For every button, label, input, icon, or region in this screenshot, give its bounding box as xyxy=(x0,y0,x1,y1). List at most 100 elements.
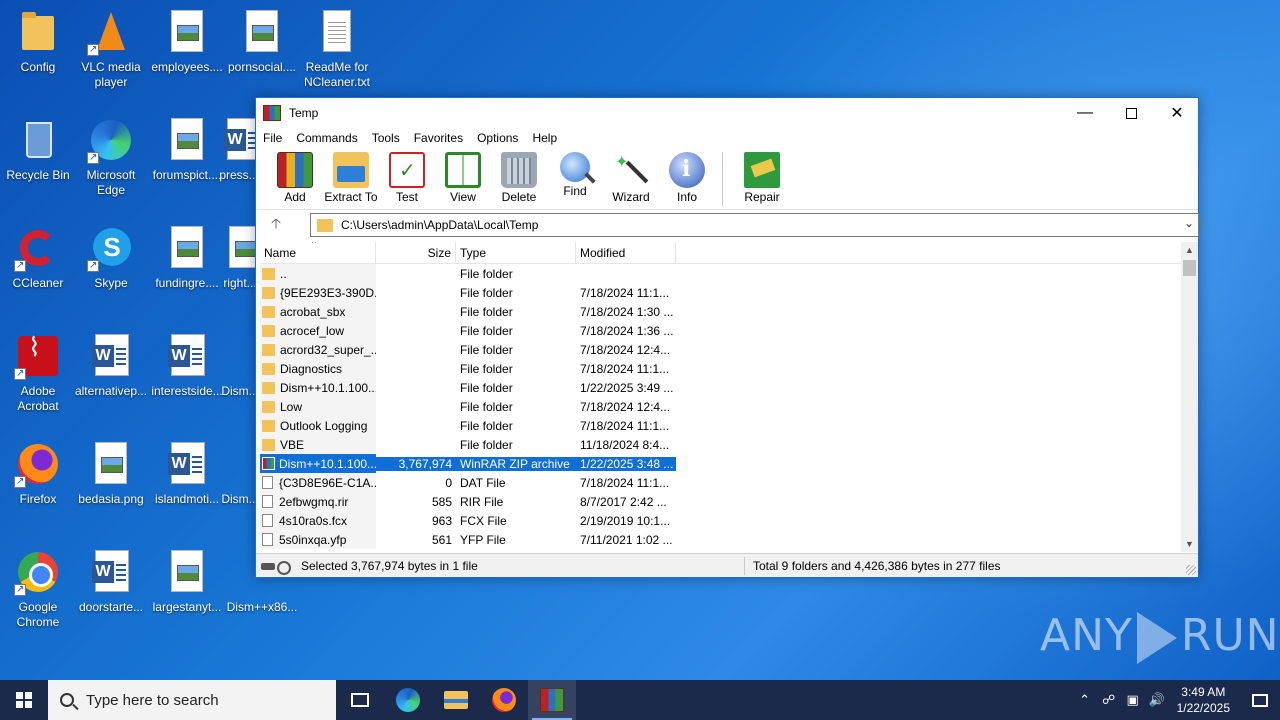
view-button[interactable]: View xyxy=(434,148,492,204)
file-row[interactable]: 4s10ra0s.fcx 963 FCX File 2/19/2019 10:1... xyxy=(260,511,1184,530)
column-type[interactable]: Type xyxy=(456,242,576,263)
volume-icon[interactable]: 🔊 xyxy=(1145,692,1169,708)
desktop-icon-firefox[interactable]: Firefox xyxy=(0,440,76,507)
find-button[interactable]: Find xyxy=(546,148,604,198)
desktop-icon-vlc[interactable]: VLC media player xyxy=(73,8,149,90)
image-file-icon xyxy=(221,332,259,380)
desktop-icon-label: CCleaner xyxy=(12,276,64,290)
column-name[interactable]: ^ Name xyxy=(260,242,376,263)
menu-file[interactable]: File xyxy=(256,131,289,145)
column-modified[interactable]: Modified xyxy=(576,242,676,263)
taskbar-search[interactable]: Type here to search xyxy=(48,680,336,720)
file-row[interactable]: 5s0inxqa.yfp 561 YFP File 7/11/2021 1:02 ..… xyxy=(260,530,1184,549)
file-row[interactable]: Dism++10.1.100... 3,767,974 WinRAR ZIP arc… xyxy=(260,454,1184,473)
menu-commands[interactable]: Commands xyxy=(289,131,364,145)
system-tray: ⌃ ☍ ▣ 🔊 3:49 AM 1/22/2025 xyxy=(1073,680,1280,720)
menu-help[interactable]: Help xyxy=(525,131,564,145)
notification-button[interactable] xyxy=(1240,680,1280,720)
desktop-icon-label: VLC media player xyxy=(81,60,141,89)
close-button[interactable]: ✕ xyxy=(1154,98,1200,128)
desktop-icon-alternativep[interactable]: alternativep... xyxy=(73,332,149,399)
chevron-up-icon[interactable]: ⌃ xyxy=(1073,692,1097,708)
desktop-icon-edge[interactable]: Microsoft Edge xyxy=(73,116,149,198)
image-file-icon xyxy=(163,548,211,596)
firefox-icon xyxy=(14,440,62,489)
start-button[interactable] xyxy=(0,680,48,720)
file-row[interactable]: acrobat_sbx File folder 7/18/2024 1:30 ... xyxy=(260,302,1184,321)
file-modified: 1/22/2025 3:49 ... xyxy=(580,380,674,395)
desktop-icon-recycle-bin[interactable]: Recycle Bin xyxy=(0,116,76,183)
taskbar-firefox[interactable] xyxy=(480,680,528,720)
desktop-icon-largestanyt[interactable]: largestanyt... xyxy=(149,548,225,615)
anyrun-watermark: ANY RUN xyxy=(1040,610,1280,664)
desktop-icon-fundingre[interactable]: fundingre.... xyxy=(149,224,225,291)
task-view-button[interactable] xyxy=(336,680,384,720)
taskbar-edge[interactable] xyxy=(384,680,432,720)
delete-button[interactable]: Delete xyxy=(490,148,548,204)
desktop-icon-islandmoti[interactable]: islandmoti... xyxy=(149,440,225,507)
meet-now-icon[interactable]: ☍ xyxy=(1097,692,1121,708)
menu-favorites[interactable]: Favorites xyxy=(407,131,470,145)
repair-button[interactable]: Repair xyxy=(733,148,791,204)
extract-to-button[interactable]: Extract To xyxy=(322,148,380,204)
desktop-icon-pornsocial[interactable]: pornsocial.... xyxy=(224,8,300,75)
taskbar-winrar[interactable] xyxy=(528,680,576,720)
desktop-icon-doorstarte[interactable]: doorstarte... xyxy=(73,548,149,615)
clock[interactable]: 3:49 AM 1/22/2025 xyxy=(1177,684,1230,716)
resize-grip-icon[interactable] xyxy=(1186,565,1196,575)
repair-label: Repair xyxy=(744,190,780,204)
desktop-icon-bedasia[interactable]: bedasia.png xyxy=(73,440,149,507)
menu-tools[interactable]: Tools xyxy=(365,131,407,145)
maximize-button[interactable] xyxy=(1108,98,1154,128)
desktop-icon-dism-1[interactable]: Dism... xyxy=(221,332,259,399)
file-type: File folder xyxy=(460,304,513,319)
file-row[interactable]: Diagnostics File folder 7/18/2024 11:1... xyxy=(260,359,1184,378)
file-row[interactable]: {C3D8E96E-C1A... 0 DAT File 7/18/2024 11:1.… xyxy=(260,473,1184,492)
desktop-icon-ccleaner[interactable]: CCleaner xyxy=(0,224,76,291)
desktop-icon-chrome[interactable]: Google Chrome xyxy=(0,548,76,630)
add-button[interactable]: Add xyxy=(266,148,324,204)
chevron-down-icon[interactable]: ⌄ xyxy=(1184,216,1194,230)
scroll-up-icon[interactable]: ▲ xyxy=(1181,242,1198,258)
desktop-icon-readme[interactable]: ReadMe for NCleaner.txt xyxy=(299,8,375,90)
file-type: File folder xyxy=(460,418,513,433)
test-button[interactable]: Test xyxy=(378,148,436,204)
desktop-icon-interestside[interactable]: interestside... xyxy=(149,332,225,399)
desktop-icon-acrobat[interactable]: Adobe Acrobat xyxy=(0,332,76,414)
desktop-icon-label: ReadMe for NCleaner.txt xyxy=(303,60,371,89)
network-icon[interactable]: ▣ xyxy=(1121,692,1145,708)
desktop-icon-employees[interactable]: employees.... xyxy=(149,8,225,75)
file-row[interactable]: Dism++10.1.100... File folder 1/22/2025 3:… xyxy=(260,378,1184,397)
desktop-icon-label: interestside... xyxy=(151,384,223,398)
column-size[interactable]: Size xyxy=(376,242,456,263)
desktop-icon-press[interactable]: press... xyxy=(219,116,259,183)
desktop-icon-right[interactable]: right... xyxy=(221,224,259,291)
address-field[interactable]: C:\Users\admin\AppData\Local\Temp ⌄ xyxy=(310,213,1199,237)
file-row[interactable]: VBE File folder 11/18/2024 8:4... xyxy=(260,435,1184,454)
file-row[interactable]: acrocef_low File folder 7/18/2024 1:36 ... xyxy=(260,321,1184,340)
file-row[interactable]: acrord32_super_... File folder 7/18/2024 1… xyxy=(260,340,1184,359)
desktop-icon-dism-2[interactable]: Dism... xyxy=(221,440,259,507)
title-bar[interactable]: Temp — ✕ xyxy=(256,98,1198,128)
info-button[interactable]: Info xyxy=(658,148,716,204)
clock-time: 3:49 AM xyxy=(1181,685,1226,699)
desktop-icon-config[interactable]: Config xyxy=(0,8,76,75)
up-folder-button[interactable]: 🡡 xyxy=(256,213,296,237)
file-row[interactable]: .. File folder xyxy=(260,264,1184,283)
desktop-icon-skype[interactable]: S Skype xyxy=(73,224,149,291)
word-file-icon xyxy=(219,116,259,164)
taskbar-file-explorer[interactable] xyxy=(432,680,480,720)
vertical-scrollbar[interactable]: ▲ ▼ xyxy=(1181,242,1198,552)
wizard-button[interactable]: Wizard xyxy=(602,148,660,204)
file-row[interactable]: 2efbwgmq.rir 585 RIR File 8/7/2017 2:42 ... xyxy=(260,492,1184,511)
test-label: Test xyxy=(395,190,418,204)
minimize-button[interactable]: — xyxy=(1062,98,1108,128)
file-row[interactable]: Low File folder 7/18/2024 12:4... xyxy=(260,397,1184,416)
desktop-icon-forumspict[interactable]: forumspict.... xyxy=(149,116,225,183)
menu-options[interactable]: Options xyxy=(470,131,525,145)
file-row[interactable]: Outlook Logging File folder 7/18/2024 11:1… xyxy=(260,416,1184,435)
file-row[interactable]: {9EE293E3-390D... File folder 7/18/2024 11… xyxy=(260,283,1184,302)
drive-icon[interactable] xyxy=(261,560,291,575)
scroll-thumb[interactable] xyxy=(1183,260,1196,276)
scroll-down-icon[interactable]: ▼ xyxy=(1181,536,1198,552)
